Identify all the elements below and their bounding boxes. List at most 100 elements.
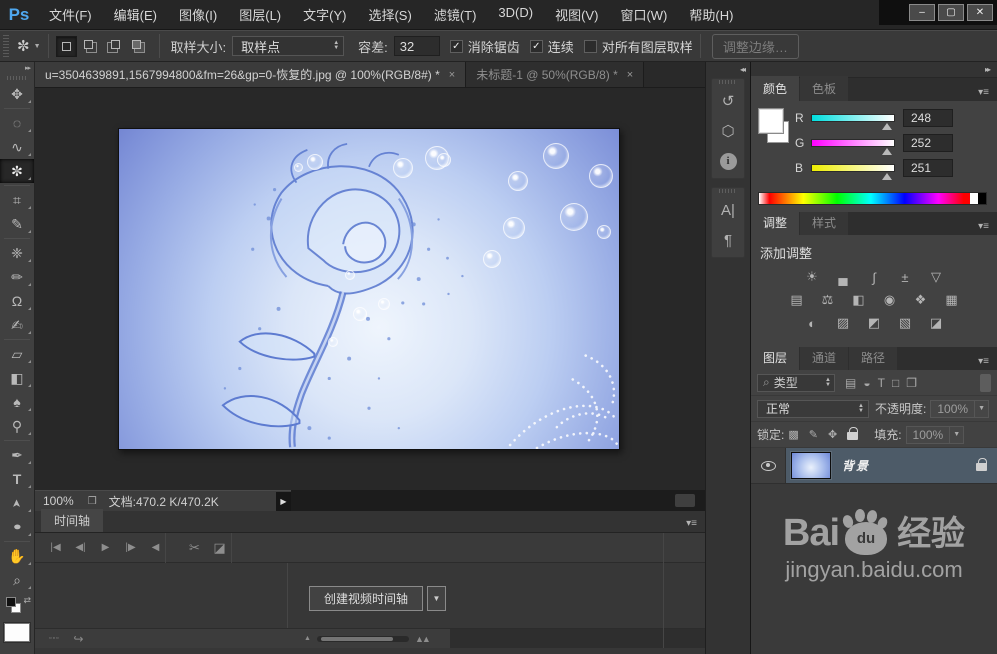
fill-combo[interactable]: 100% ▼ [905,425,965,444]
collapse-arrows-icon[interactable]: ◂◂ [706,62,750,75]
filter-kind-dropdown[interactable]: ⌕ 类型 ▲ ▼ [757,373,835,392]
opacity-combo[interactable]: 100% ▼ [930,399,990,418]
menu-item-5[interactable]: 选择(S) [357,5,422,24]
character-panel-icon[interactable]: A| [712,195,744,225]
scrollbar-nub[interactable] [675,494,695,507]
document-tab-1[interactable]: 未标题-1 @ 50%(RGB/8) * × [466,62,645,87]
layers-panel-menu-icon[interactable]: ▾≡ [970,353,997,370]
collapse-arrows-icon[interactable]: ▸▸ [0,62,34,75]
history-panel-icon[interactable]: ↺ [712,86,744,116]
black-swatch[interactable] [978,193,986,204]
zoom-tool[interactable]: ⌕ [0,568,34,592]
menu-item-2[interactable]: 图像(I) [168,5,228,24]
slider-thumb[interactable] [882,173,892,180]
color-panel-menu-icon[interactable]: ▾≡ [970,84,997,101]
tab-调整[interactable]: 调整 [751,210,800,235]
new-selection-button[interactable] [55,35,77,57]
status-flyout-arrow[interactable]: ▶ [276,491,291,511]
menu-item-10[interactable]: 帮助(H) [678,5,744,24]
layer-row-selected[interactable]: 背景 [786,448,997,483]
filter-image-icon[interactable]: ▤ [845,376,856,390]
foreground-mini-swatch[interactable] [6,597,16,607]
3d-panel-icon[interactable]: ⬡ [712,116,744,146]
menu-item-3[interactable]: 图层(L) [228,5,292,24]
clone-stamp-tool[interactable]: Ω [0,289,34,313]
close-icon[interactable]: × [449,69,455,81]
subtract-from-selection-button[interactable] [104,36,125,57]
contiguous-checkbox[interactable]: ✓ 连续 [529,37,574,56]
pencil-tool[interactable]: ✏ [0,265,34,289]
gradient-tool[interactable]: ◧ [0,366,34,390]
sample-all-layers-checkbox[interactable]: 对所有图层取样 [583,37,693,56]
filter-type-icon[interactable]: T [878,376,885,390]
channel-slider-b[interactable] [811,164,895,180]
invert-icon[interactable]: ◐ [801,315,823,331]
posterize-icon[interactable]: ▨ [832,315,854,331]
spot-healing-brush-tool[interactable]: ❈ [0,241,34,265]
tab-timeline[interactable]: 时间轴 [41,509,104,532]
maximize-button[interactable]: ▢ [938,4,964,21]
menu-item-1[interactable]: 编辑(E) [103,5,168,24]
minimize-button[interactable]: – [909,4,935,21]
tab-路径[interactable]: 路径 [849,345,898,370]
transition-icon[interactable]: ◪ [207,540,232,556]
channel-value-b[interactable]: 251 [903,159,953,177]
lock-move-icon[interactable]: ✥ [828,428,837,441]
menu-item-9[interactable]: 窗口(W) [609,5,678,24]
sample-size-dropdown[interactable]: 取样点 ▲ ▼ [232,36,345,56]
channel-value-g[interactable]: 252 [903,134,953,152]
tab-颜色[interactable]: 颜色 [751,76,800,101]
flatten-arrow-icon[interactable]: ↪ [73,632,83,646]
filter-adjustment-icon[interactable]: ◒ [863,376,870,390]
pen-tool[interactable]: ✒ [0,443,34,467]
lock-transparency-icon[interactable]: ▩ [788,428,798,441]
gradient-map-icon[interactable]: ▧ [894,315,916,331]
lock-all-icon[interactable] [847,426,859,443]
elliptical-marquee-tool[interactable]: ◌ [0,111,34,135]
color-lookup-icon[interactable]: ▦ [941,292,963,308]
selective-color-icon[interactable]: ◪ [925,315,947,331]
refine-edge-button[interactable]: 调整边缘… [711,33,799,59]
photo-filter-icon[interactable]: ◉ [879,292,901,308]
next-frame-icon[interactable]: |▶ [118,542,143,553]
timeline-zoom-slider[interactable]: ▲ ▲▲ [298,634,435,644]
canvas-image[interactable] [118,128,620,450]
menu-item-0[interactable]: 文件(F) [38,5,103,24]
intersect-selection-button[interactable] [128,36,149,57]
visibility-toggle[interactable] [751,448,786,483]
spectrum-gradient[interactable] [759,193,970,204]
history-brush-tool[interactable]: ✍ [0,313,34,337]
channel-mixer-icon[interactable]: ❖ [910,292,932,308]
type-tool[interactable]: T [0,467,34,491]
levels-icon[interactable]: ▄ [832,269,854,285]
document-tab-0[interactable]: u=3504639891,1567994800&fm=26&gp=0-恢复的.j… [35,62,467,87]
zoom-slider-handle[interactable] [320,636,393,641]
blur-tool[interactable]: ♠ [0,390,34,414]
magic-wand-tool[interactable]: ✼ [0,159,34,183]
crop-tool[interactable]: ⌗ [0,188,34,212]
layer-row-background[interactable]: 背景 [751,448,997,484]
blend-mode-dropdown[interactable]: 正常 ▲ ▼ [757,399,869,418]
paragraph-panel-icon[interactable]: ¶ [712,225,744,255]
filter-shape-icon[interactable]: □ [892,376,899,390]
menu-item-4[interactable]: 文字(Y) [292,5,357,24]
create-video-timeline-button[interactable]: 创建视频时间轴 [309,586,424,611]
hand-tool[interactable]: ✋ [0,544,34,568]
black-white-icon[interactable]: ◧ [848,292,870,308]
play-icon[interactable]: ▶ [93,542,118,553]
eyedropper-tool[interactable]: ✎ [0,212,34,236]
channel-slider-r[interactable] [811,114,895,130]
zoom-out-icon[interactable]: ▲ [304,635,311,642]
menu-item-6[interactable]: 滤镜(T) [423,5,488,24]
mini-color-swatches[interactable]: ⇄ [0,595,34,619]
anti-alias-checkbox[interactable]: ✓ 消除锯齿 [449,37,520,56]
curves-icon[interactable]: ∫ [863,269,885,285]
dodge-tool[interactable]: ⚲ [0,414,34,438]
vibrance-icon[interactable]: ▽ [925,269,947,285]
lock-paint-icon[interactable]: ✎ [809,428,818,441]
tab-样式[interactable]: 样式 [800,210,849,235]
magic-wand-icon[interactable]: ✼ ▼ [17,37,41,55]
zoom-in-icon[interactable]: ▲▲ [415,634,431,644]
split-clip-icon[interactable]: ✂ [182,540,207,556]
color-spectrum-ramp[interactable] [758,192,987,205]
